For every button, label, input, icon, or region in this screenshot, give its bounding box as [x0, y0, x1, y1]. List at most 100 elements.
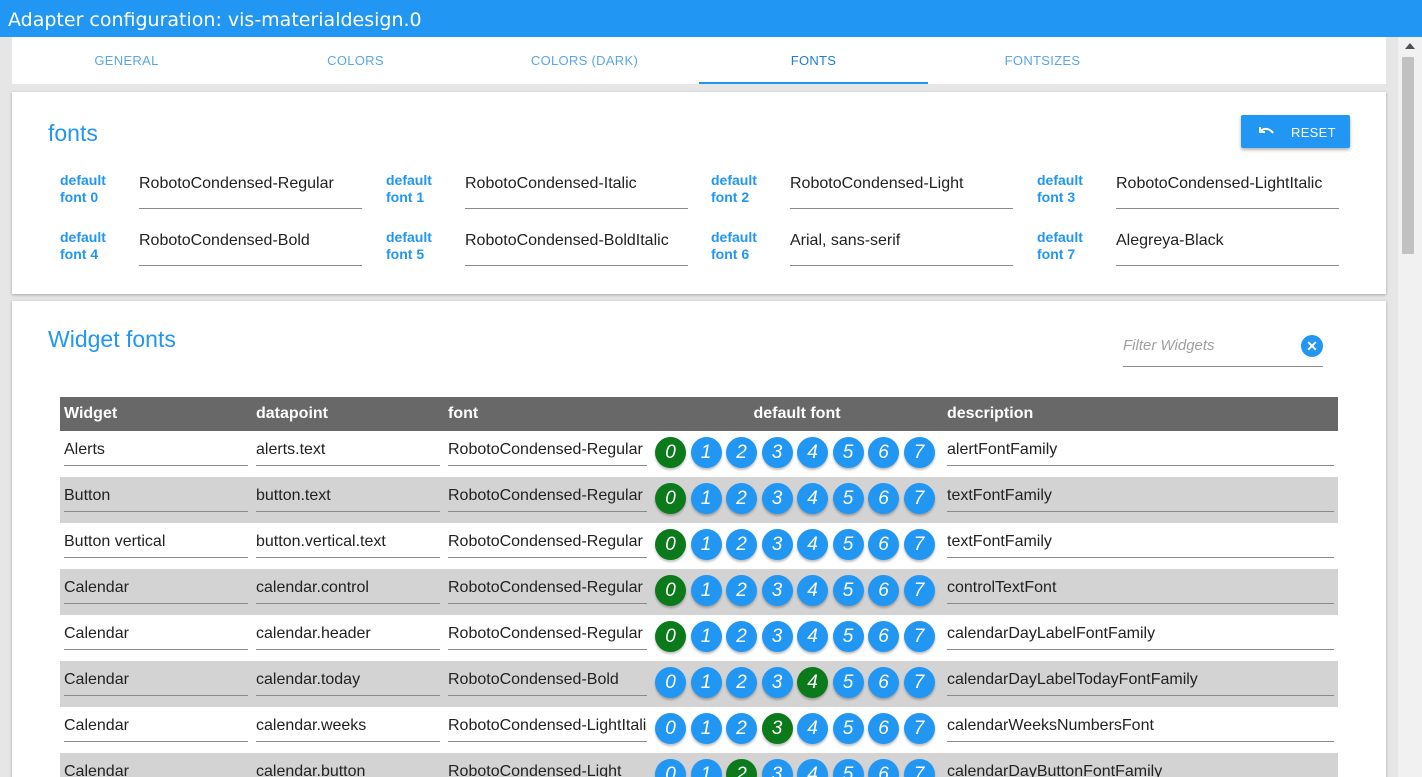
default-font-button-7[interactable]: 7 [903, 759, 935, 777]
default-font-1-input[interactable]: RobotoCondensed-Italic [465, 172, 688, 209]
font-input[interactable]: RobotoCondensed-Regular [448, 615, 647, 650]
default-font-button-0[interactable]: 0 [655, 713, 686, 744]
widget-input[interactable]: Button vertical [64, 523, 248, 558]
default-font-button-2[interactable]: 2 [726, 759, 757, 777]
default-font-button-1[interactable]: 1 [690, 667, 722, 698]
default-font-button-1[interactable]: 1 [690, 759, 722, 777]
description-input[interactable]: textFontFamily [947, 523, 1334, 558]
default-font-button-2[interactable]: 2 [726, 483, 757, 514]
default-font-button-5[interactable]: 5 [832, 437, 864, 468]
tab-general[interactable]: GENERAL [12, 37, 241, 84]
default-font-button-6[interactable]: 6 [868, 529, 899, 560]
default-font-button-6[interactable]: 6 [868, 759, 899, 777]
default-font-button-0[interactable]: 0 [655, 437, 686, 468]
default-font-button-5[interactable]: 5 [832, 529, 864, 560]
default-font-6-input[interactable]: Arial, sans-serif [790, 229, 1013, 266]
default-font-button-4[interactable]: 4 [797, 667, 828, 698]
default-font-button-7[interactable]: 7 [903, 575, 935, 606]
default-font-button-4[interactable]: 4 [797, 529, 828, 560]
widget-input[interactable]: Calendar [64, 569, 248, 604]
default-font-button-2[interactable]: 2 [726, 529, 757, 560]
filter-widgets-input[interactable] [1123, 335, 1293, 354]
tab-colors-dark[interactable]: COLORS (DARK) [470, 37, 699, 84]
vertical-scrollbar[interactable] [1398, 37, 1422, 777]
widget-input[interactable]: Button [64, 477, 248, 512]
default-font-button-3[interactable]: 3 [761, 759, 793, 777]
default-font-button-0[interactable]: 0 [655, 575, 686, 606]
default-font-button-3[interactable]: 3 [761, 667, 793, 698]
default-font-button-6[interactable]: 6 [868, 713, 899, 744]
default-font-button-0[interactable]: 0 [655, 529, 686, 560]
datapoint-input[interactable]: button.text [256, 477, 440, 512]
scrollbar-thumb[interactable] [1402, 57, 1414, 254]
default-font-button-3[interactable]: 3 [761, 437, 793, 468]
default-font-button-6[interactable]: 6 [868, 575, 899, 606]
default-font-button-2[interactable]: 2 [726, 713, 757, 744]
default-font-button-1[interactable]: 1 [690, 713, 722, 744]
default-font-button-4[interactable]: 4 [797, 713, 828, 744]
font-input[interactable]: RobotoCondensed-Regular [448, 523, 647, 558]
font-input[interactable]: RobotoCondensed-Regular [448, 569, 647, 604]
datapoint-input[interactable]: button.vertical.text [256, 523, 440, 558]
default-font-button-5[interactable]: 5 [832, 667, 864, 698]
datapoint-input[interactable]: calendar.header [256, 615, 440, 650]
default-font-button-2[interactable]: 2 [726, 621, 757, 652]
default-font-button-7[interactable]: 7 [903, 483, 935, 514]
default-font-5-input[interactable]: RobotoCondensed-BoldItalic [465, 229, 688, 266]
default-font-button-3[interactable]: 3 [761, 529, 793, 560]
default-font-button-1[interactable]: 1 [690, 437, 722, 468]
description-input[interactable]: calendarDayLabelTodayFontFamily [947, 661, 1334, 696]
default-font-button-7[interactable]: 7 [903, 621, 935, 652]
description-input[interactable]: calendarDayLabelFontFamily [947, 615, 1334, 650]
datapoint-input[interactable]: calendar.today [256, 661, 440, 696]
default-font-button-2[interactable]: 2 [726, 437, 757, 468]
description-input[interactable]: calendarWeeksNumbersFont [947, 707, 1334, 742]
tab-fonts[interactable]: FONTS [699, 37, 928, 84]
default-font-button-7[interactable]: 7 [903, 529, 935, 560]
default-font-4-input[interactable]: RobotoCondensed-Bold [139, 229, 362, 266]
default-font-button-1[interactable]: 1 [690, 529, 722, 560]
tab-colors[interactable]: COLORS [241, 37, 470, 84]
default-font-button-6[interactable]: 6 [868, 437, 899, 468]
default-font-button-4[interactable]: 4 [797, 575, 828, 606]
default-font-button-4[interactable]: 4 [797, 759, 828, 777]
font-input[interactable]: RobotoCondensed-LightItali [448, 707, 647, 742]
default-font-button-7[interactable]: 7 [903, 667, 935, 698]
widget-input[interactable]: Calendar [64, 661, 248, 696]
font-input[interactable]: RobotoCondensed-Light [448, 753, 647, 777]
datapoint-input[interactable]: alerts.text [256, 431, 440, 466]
reset-button[interactable]: RESET [1241, 115, 1350, 148]
widget-input[interactable]: Alerts [64, 431, 248, 466]
widget-input[interactable]: Calendar [64, 707, 248, 742]
default-font-button-5[interactable]: 5 [832, 621, 864, 652]
font-input[interactable]: RobotoCondensed-Regular [448, 477, 647, 512]
default-font-button-0[interactable]: 0 [655, 667, 686, 698]
default-font-button-3[interactable]: 3 [761, 483, 793, 514]
widget-input[interactable]: Calendar [64, 753, 248, 777]
datapoint-input[interactable]: calendar.weeks [256, 707, 440, 742]
clear-filter-button[interactable]: ✕ [1301, 335, 1323, 357]
description-input[interactable]: calendarDayButtonFontFamily [947, 753, 1334, 777]
default-font-button-1[interactable]: 1 [690, 621, 722, 652]
default-font-button-4[interactable]: 4 [797, 483, 828, 514]
default-font-3-input[interactable]: RobotoCondensed-LightItalic [1116, 172, 1339, 209]
default-font-button-1[interactable]: 1 [690, 483, 722, 514]
default-font-button-0[interactable]: 0 [655, 759, 686, 777]
default-font-button-6[interactable]: 6 [868, 621, 899, 652]
font-input[interactable]: RobotoCondensed-Bold [448, 661, 647, 696]
default-font-button-0[interactable]: 0 [655, 483, 686, 514]
default-font-button-3[interactable]: 3 [761, 575, 793, 606]
description-input[interactable]: textFontFamily [947, 477, 1334, 512]
tab-fontsizes[interactable]: FONTSIZES [928, 37, 1157, 84]
default-font-button-3[interactable]: 3 [761, 713, 793, 744]
default-font-button-6[interactable]: 6 [868, 483, 899, 514]
default-font-button-7[interactable]: 7 [903, 713, 935, 744]
default-font-0-input[interactable]: RobotoCondensed-Regular [139, 172, 362, 209]
default-font-button-4[interactable]: 4 [797, 437, 828, 468]
description-input[interactable]: alertFontFamily [947, 431, 1334, 466]
default-font-2-input[interactable]: RobotoCondensed-Light [790, 172, 1013, 209]
default-font-button-2[interactable]: 2 [726, 667, 757, 698]
default-font-button-5[interactable]: 5 [832, 759, 864, 777]
scroll-up-arrow-icon[interactable] [1405, 43, 1415, 49]
font-input[interactable]: RobotoCondensed-Regular [448, 431, 647, 466]
